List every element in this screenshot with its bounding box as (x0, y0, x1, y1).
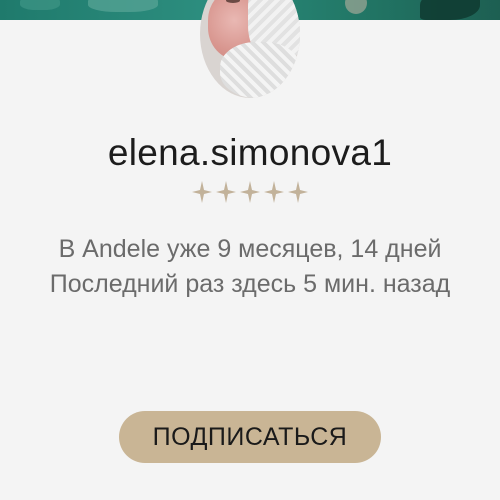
avatar[interactable] (200, 0, 300, 98)
cover-decor (420, 0, 480, 20)
star-icon (288, 181, 308, 203)
member-since: В Andele уже 9 месяцев, 14 дней (58, 235, 442, 263)
profile-page: elena.simonova1 В Andele уже 9 месяцев, … (0, 0, 500, 500)
star-icon (240, 181, 260, 203)
username: elena.simonova1 (107, 132, 393, 173)
rating-stars (0, 180, 500, 204)
subscribe-button[interactable]: ПОДПИСАТЬСЯ (119, 411, 381, 463)
avatar-scarf (220, 42, 300, 98)
cover-decor (88, 0, 158, 12)
star-icon (192, 181, 212, 203)
star-icon (264, 181, 284, 203)
cover-decor (20, 0, 60, 10)
star-icon (216, 181, 236, 203)
profile-info: В Andele уже 9 месяцев, 14 дней Последни… (40, 232, 460, 302)
last-seen: Последний раз здесь 5 мин. назад (49, 270, 451, 298)
cover-decor (345, 0, 367, 14)
